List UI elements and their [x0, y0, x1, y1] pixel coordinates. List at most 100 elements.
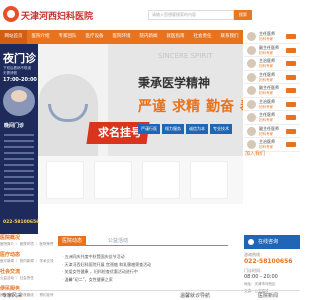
tab-hospital-news[interactable]: 医院动态 [58, 236, 87, 246]
banner-slogans: 严谨 求精 勤奋 奉献 [138, 96, 243, 116]
expert-title: 妇科专家 [259, 37, 273, 41]
news-item[interactable]: 温馨“初二”，女性健康之家 [62, 276, 182, 284]
expert-item[interactable]: 主治医师 妇科专家 [244, 57, 300, 71]
consult-button[interactable] [286, 115, 296, 120]
section-title[interactable]: 社会交流 [0, 268, 55, 276]
avatar [247, 59, 256, 68]
nav-item-social[interactable]: 社会责任 [189, 30, 216, 44]
slogan-item: 求精 [172, 99, 200, 115]
page: 天津河西妇科医院 请输入您想要搜索的内容 搜索 网站首页 医院介绍 专家团队 医… [0, 0, 300, 300]
expert-title: 妇科专家 [259, 64, 273, 68]
news-item[interactable]: 五洲同庆共度中秋暨国庆佳节活动 [62, 253, 182, 261]
online-consult-button[interactable]: 在线咨询 [244, 235, 300, 249]
left-section[interactable]: 医院概况 医院简介 ｜ 医院环境 ｜ 医院荣誉 [0, 234, 55, 247]
avatar [247, 45, 256, 55]
avatar [247, 86, 256, 95]
news-tabs: 医院动态 公益活动 [58, 236, 228, 246]
banner-pill: 专业技术 [210, 124, 232, 134]
feature-tile[interactable] [142, 161, 180, 199]
consult-button[interactable] [286, 88, 296, 93]
avatar [247, 140, 256, 149]
slogan-item: 勤奋 [206, 99, 234, 115]
banner-pill: 严谨行医 [138, 124, 160, 134]
news-item[interactable]: 天津河西妇科医院开展 宫颈癌 和乳腺癌筛查活动 [62, 261, 182, 269]
search-button[interactable]: 搜索 [234, 10, 252, 20]
section-title[interactable]: 医疗动态 [0, 251, 55, 259]
expert-title: 妇科专家 [259, 104, 273, 109]
header: 天津河西妇科医院 请输入您想要搜索的内容 搜索 [0, 0, 300, 30]
expert-title: 妇科专家 [259, 118, 273, 122]
expert-item[interactable]: 副主任医师 妇科专家 [244, 125, 300, 138]
feature-tile[interactable] [190, 161, 228, 199]
tab-public-welfare[interactable]: 公益活动 [104, 236, 132, 246]
main-nav: 网站首页 医院介绍 专家团队 医疗设备 医院环境 院内新闻 就医指南 社会责任 … [0, 30, 243, 44]
online-consult-panel: 在线咨询 咨询热线： 022-58100656 门诊时间： 08:00 - 20… [244, 235, 300, 294]
nav-item-news[interactable]: 院内新闻 [135, 30, 162, 44]
clinic-hours: 08:00 - 20:00 [244, 274, 278, 280]
nav-item-contact[interactable]: 联系我们 [216, 30, 243, 44]
consult-button[interactable] [286, 128, 296, 134]
expert-title: 妇科专家 [259, 77, 273, 82]
night-clinic-title: 夜门诊 [3, 52, 36, 65]
banner-motto: 秉承医学精神 [138, 76, 211, 90]
nav-item-equipment[interactable]: 医疗设备 [81, 30, 108, 44]
search-input[interactable]: 请输入您想要搜索的内容 [148, 10, 234, 20]
night-clinic-panel[interactable]: 夜门诊 下班后看病不耽误 无需请假 17:00-20:00 晚间门诊 022-5… [0, 44, 40, 234]
appointment-badge: 求名挂号 [98, 126, 142, 139]
consult-button[interactable] [286, 61, 296, 66]
consult-button[interactable] [286, 47, 296, 53]
news-section-title[interactable]: 医院新闻 [258, 291, 278, 300]
expert-item[interactable]: 副主任医师 妇科专家 [244, 84, 300, 98]
hospital-name[interactable]: 天津河西妇科医院 [21, 9, 93, 22]
banner-pill: 诚信为本 [186, 124, 208, 134]
expert-title: 妇科专家 [259, 50, 273, 55]
feature-strip [38, 156, 243, 204]
consult-button[interactable] [286, 74, 296, 80]
doctor-photo [3, 86, 35, 116]
consult-button[interactable] [286, 34, 296, 39]
hotline-number[interactable]: 022-58100656 [244, 258, 300, 265]
join-us-link[interactable]: 加入我们 [245, 150, 265, 157]
nav-item-about[interactable]: 医院介绍 [27, 30, 54, 44]
slogan-item: 奉献 [240, 96, 243, 116]
expert-title: 妇科专家 [259, 91, 273, 95]
avatar [247, 32, 256, 41]
expert-item[interactable]: 主任医师 妇科专家 [244, 111, 300, 125]
banner-pills: 严谨行医 倾力服务 诚信为本 专业技术 [138, 124, 234, 134]
experts-section-title[interactable]: 专家风采 [2, 291, 22, 300]
feature-tile[interactable] [46, 161, 84, 199]
slogan-item: 严谨 [138, 99, 166, 115]
nav-item-home[interactable]: 网站首页 [0, 30, 27, 44]
expert-list: 主任医师 妇科专家 副主任医师 妇科专家 主治医师 妇科专家 主任医师 妇科专家 副主任… [244, 30, 300, 162]
hero-banner[interactable]: SINCERE SPIRIT 求名挂号 秉承医学精神 严谨 求精 勤奋 奉献 严… [38, 44, 243, 156]
left-section[interactable]: 医疗动态 医疗新闻 ｜ 院内新闻 ｜ 学术交流 [0, 251, 55, 264]
left-section[interactable]: 社会交流 公益活动 ｜ 社会责任 [0, 268, 55, 281]
hospital-logo-icon[interactable] [3, 6, 19, 22]
expert-item[interactable]: 主任医师 妇科专家 [244, 30, 300, 44]
avatar [247, 99, 256, 109]
expert-title: 妇科专家 [259, 131, 273, 136]
consult-button[interactable] [286, 101, 296, 107]
news-item[interactable]: 关爱女性健康 ，妇科检查优惠活动进行中 [62, 268, 182, 276]
expert-item[interactable]: 副主任医师 妇科专家 [244, 44, 300, 57]
expert-item[interactable]: 主任医师 妇科专家 [244, 71, 300, 84]
nav-item-environment[interactable]: 医院环境 [108, 30, 135, 44]
feature-tile[interactable] [94, 161, 132, 199]
expert-item[interactable]: 主治医师 妇科专家 [244, 98, 300, 111]
news-list: 五洲同庆共度中秋暨国庆佳节活动 天津河西妇科医院开展 宫颈癌 和乳腺癌筛查活动 … [62, 253, 182, 283]
nav-item-guide[interactable]: 就医指南 [162, 30, 189, 44]
nav-item-experts[interactable]: 专家团队 [54, 30, 81, 44]
section-links[interactable]: 医疗新闻 ｜ 院内新闻 ｜ 学术交流 [0, 259, 55, 264]
section-links[interactable]: 公益活动 ｜ 社会责任 [0, 276, 55, 281]
address-line: 地址：天津市河西区 [244, 282, 276, 286]
section-title[interactable]: 医院概况 [0, 234, 55, 242]
night-clinic-info-lines [4, 134, 34, 206]
banner-pill: 倾力服务 [162, 124, 184, 134]
consult-button[interactable] [286, 142, 296, 147]
night-clinic-phone: 022-58100656 [3, 220, 40, 225]
navigation-section-title[interactable]: 温馨就诊导航 [180, 291, 210, 300]
avatar [247, 113, 256, 122]
night-clinic-label: 晚间门诊 [4, 123, 25, 129]
avatar [247, 126, 256, 136]
section-links[interactable]: 医院简介 ｜ 医院环境 ｜ 医院荣誉 [0, 242, 55, 247]
